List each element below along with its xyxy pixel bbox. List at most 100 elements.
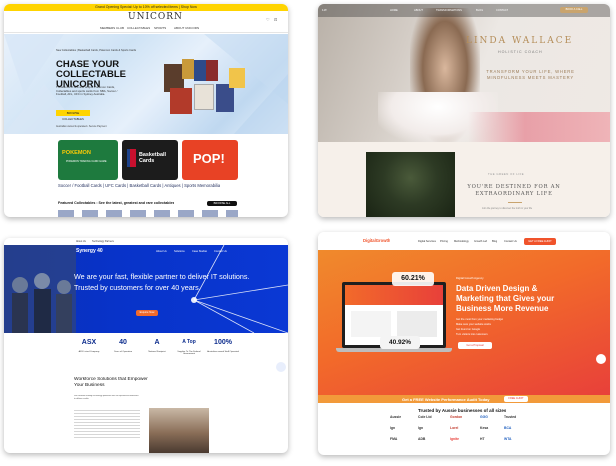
nav-pricing[interactable]: Pricing [440,240,448,243]
nav-home[interactable]: HOME [390,9,398,12]
pop-label: POP! [193,151,225,166]
workforce-para: We combine leading technology platforms … [74,395,139,400]
coach-site-card[interactable]: LW HOME ABOUT TRANSFORMATIONS BLOG CONTA… [318,4,610,217]
cart-icon[interactable]: ⊡ [274,17,277,22]
screen-block [397,311,437,337]
nav-contact[interactable]: CONTACT [496,9,508,12]
category-pokemon[interactable]: POKÉMON POKEMON TRADING CARD GAME [58,140,118,180]
client-logo: HT [480,437,485,441]
nav-sports[interactable]: SPORTS [154,26,166,30]
conversion-badge-top: 60.21% [392,272,434,286]
account-icon[interactable]: ♡ [266,17,270,22]
free-audit-nav-button[interactable]: GET A FREE AUDIT [524,238,556,245]
stat-top-supplier: A Top [182,339,196,345]
nav-contact[interactable]: Contact Us [214,250,227,253]
category-funko-pop[interactable]: POP! [182,140,238,180]
stat-owned-label: Australian owned Staff Operated [207,351,239,353]
agency-label: Digital Growth Agency [456,276,484,280]
client-logo: Gordon [450,415,463,419]
team-photo [149,408,209,453]
bullet-item: Get the most from your marketing budget [456,318,504,321]
synergy-site-card[interactable]: About Us Technology Partners Synergy 40 … [4,238,288,453]
coach-subtitle: HOLISTIC COACH [498,50,543,54]
browse-featured-button[interactable]: BROWSE ALL FEATURED [207,201,237,210]
screen-block [351,311,391,337]
nav-solutions[interactable]: Solutions [174,250,185,253]
nav-blog[interactable]: Blog [492,240,497,243]
workforce-text-lines [74,410,140,440]
recaptcha-icon[interactable] [596,354,606,364]
stat-asx-label: ASX Listed Company [78,351,100,353]
enquire-button[interactable]: Enquire Now [136,310,158,316]
nav-about[interactable]: ABOUT [414,9,423,12]
trusted-heading: Trusted by Aussie businesses of all size… [418,408,507,413]
unicorn-logo[interactable]: UNICORN [128,12,183,22]
stat-years: 40 [119,339,127,346]
stat-asx: ASX [81,339,97,346]
coach-tagline: TRANSFORM YOUR LIFE, WHERE MINDFULNESS M… [486,69,575,80]
nav-transformations[interactable]: TRANSFORMATIONS [436,9,462,12]
client-logo: BCA [504,426,512,430]
product-frame-image [194,84,214,110]
product-card-image [206,60,218,81]
tree-image [366,152,455,217]
browse-collectables-button[interactable]: BROWSE COLLECTABLES [56,110,90,121]
hero-kicker: New Collectables | Basketball Cards, Pok… [56,49,137,52]
nav-services[interactable]: Digital Services [418,240,436,243]
hero-body: Thousands of rare and unique Pokemon Car… [56,86,118,97]
promo-banner[interactable]: Grand Opening Special: Up to 10% off sel… [4,4,288,11]
bullet-item: Make sure your website works [456,323,491,326]
nav-contact[interactable]: Contact Us [504,240,517,243]
section-kicker: THE GREEN OF LIFE [488,172,525,176]
pokemon-label: POKÉMON [62,150,91,156]
category-basketball[interactable]: Basketball Cards [122,140,178,180]
growth-headline: Data Driven Design & Marketing that Give… [456,284,555,313]
stat-owned: 100% [214,339,232,346]
audit-strip-button[interactable]: FREE AUDIT [504,396,528,402]
audit-strip-text: Get a FREE Website Performance Audit Tod… [402,397,490,402]
digital-growth-site-card[interactable]: DigitalGrowth Digital Services Pricing M… [318,232,610,455]
client-logo: Kesa [480,426,489,430]
nav-about[interactable]: ABOUT UNICORN [174,26,199,30]
client-logo: WTA [504,437,512,441]
nav-blog[interactable]: BLOG [476,9,483,12]
conversion-badge-bottom: 40.92% [380,336,420,349]
book-call-button[interactable]: BOOK A CALL [560,7,588,13]
nav-collectables[interactable]: COLLECTABLES [127,26,150,30]
growth-logo[interactable]: DigitalGrowth [363,238,390,243]
client-logo: GGG [480,415,488,419]
client-logo: Lorel [450,426,459,430]
proposal-button[interactable]: Get a Proposal [458,342,492,349]
basketball-label: Basketball Cards [139,152,166,164]
workforce-heading: Workforce Solutions that Empower Your Bu… [74,377,148,388]
stat-top-supplier-label: Supplier To The Federal Government [177,351,201,355]
top-link-about[interactable]: About Us [76,240,86,243]
stat-national: A [154,339,160,346]
featured-products-row[interactable] [58,210,238,217]
unicorn-site-card[interactable]: Grand Opening Special: Up to 10% off sel… [4,4,288,217]
nav-members[interactable]: MEMBERS CLUB [100,26,124,30]
top-link-partners[interactable]: Technology Partners [92,240,114,243]
client-logo: lgn [390,426,396,430]
category-links[interactable]: Soccer / Football Cards | UFC Cards | Ba… [58,183,220,188]
trust-text: Australian owned & operated • Secure Pay… [56,125,107,128]
stat-years-label: Years of Operation [113,351,133,353]
bullet-item: Turn visitors into customers [456,333,488,336]
synergy-logo[interactable]: Synergy 40 [76,248,103,254]
pink-chair [468,112,610,142]
product-frame-image [216,84,234,112]
recaptcha-icon[interactable] [276,362,286,372]
bullet-item: Get found on Google [456,328,481,331]
product-card-image [182,59,194,79]
nav-methodology[interactable]: Methodology [454,240,469,243]
nav-growth-lab[interactable]: Growth Lab [474,240,487,243]
nav-case-studies[interactable]: Case Studies [192,250,207,253]
destined-section [318,142,610,217]
client-logo: Trusted [504,415,517,419]
nav-about[interactable]: About Us [156,250,167,253]
product-frame-image [170,88,192,114]
coach-logo[interactable]: LW [322,8,327,12]
client-logo: Aussie [390,415,402,419]
gold-divider [508,202,522,203]
client-logo: FMA [390,437,398,441]
